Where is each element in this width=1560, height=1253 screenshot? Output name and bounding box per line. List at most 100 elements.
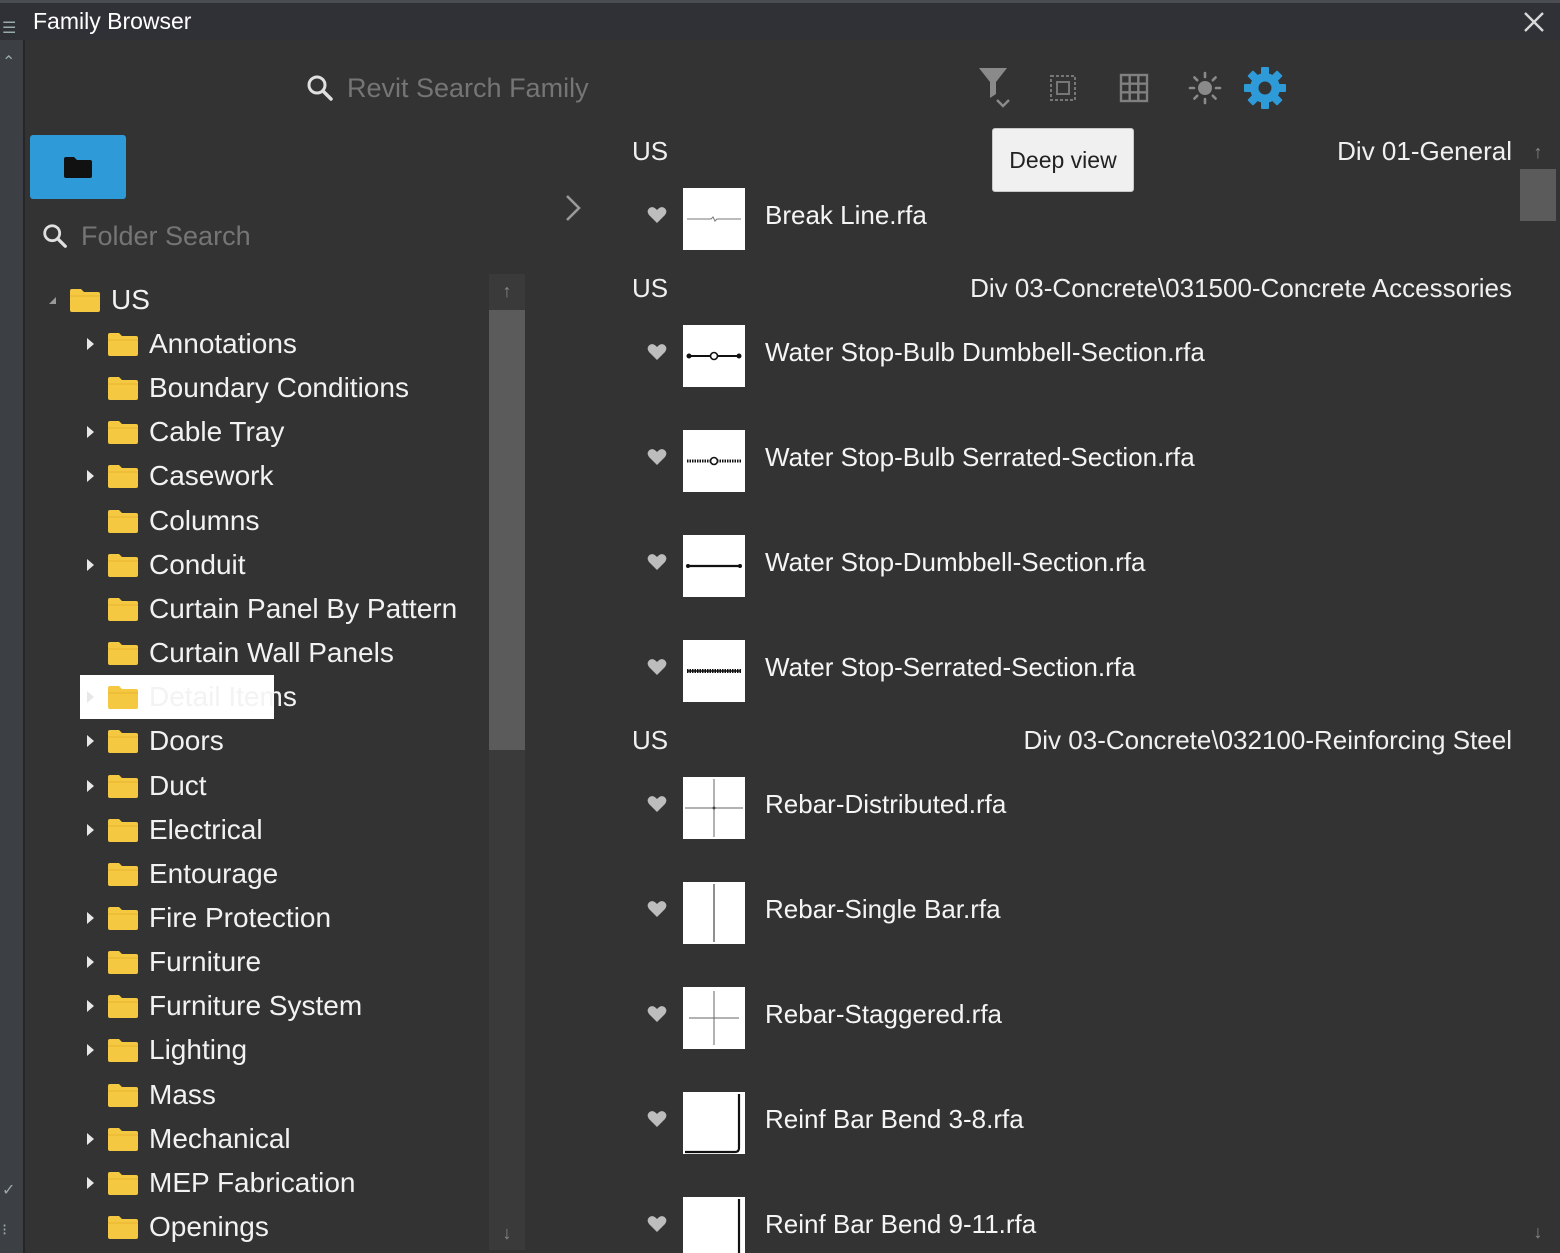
family-name[interactable]: Reinf Bar Bend 3-8.rfa	[765, 1104, 1024, 1135]
family-name[interactable]: Break Line.rfa	[765, 200, 927, 231]
expand-arrow-icon[interactable]	[83, 955, 97, 969]
open-folder-button[interactable]	[30, 135, 126, 199]
family-thumbnail[interactable]	[683, 987, 745, 1049]
folder-tree-scrollbar[interactable]: ↑ ↓	[489, 274, 525, 1250]
tree-folder-item[interactable]: Furniture	[83, 940, 261, 984]
family-thumbnail[interactable]	[683, 640, 745, 702]
expand-arrow-icon[interactable]	[83, 469, 97, 483]
close-button[interactable]	[1520, 6, 1548, 38]
favorite-button[interactable]	[647, 343, 669, 365]
favorite-heart-icon[interactable]	[647, 900, 667, 918]
expand-arrow-icon[interactable]	[83, 823, 97, 837]
tree-folder-item[interactable]: Casework	[83, 454, 273, 498]
family-search-input[interactable]	[345, 71, 709, 105]
collapse-arrow-icon[interactable]	[45, 293, 59, 307]
family-item[interactable]: Rebar-Single Bar.rfa	[625, 882, 1520, 944]
tree-folder-item[interactable]: Curtain Panel By Pattern	[83, 587, 457, 631]
favorite-button[interactable]	[647, 900, 669, 922]
favorite-heart-icon[interactable]	[647, 343, 667, 361]
favorite-button[interactable]	[647, 1215, 669, 1237]
tree-folder-item[interactable]: Furniture System	[83, 984, 362, 1028]
favorite-heart-icon[interactable]	[647, 553, 667, 571]
family-thumbnail[interactable]	[683, 1197, 745, 1253]
settings-button[interactable]	[1243, 66, 1287, 110]
tree-folder-item[interactable]: Openings	[83, 1205, 269, 1249]
family-item[interactable]: Water Stop-Bulb Serrated-Section.rfa	[625, 430, 1520, 492]
expand-arrow-icon[interactable]	[83, 337, 97, 351]
family-thumbnail[interactable]	[683, 1092, 745, 1154]
favorite-button[interactable]	[647, 1110, 669, 1132]
dock-check-icon[interactable]: ✓	[2, 1180, 15, 1200]
family-name[interactable]: Water Stop-Bulb Serrated-Section.rfa	[765, 442, 1195, 473]
family-item[interactable]: Reinf Bar Bend 3-8.rfa	[625, 1092, 1520, 1154]
family-item[interactable]: Reinf Bar Bend 9-11.rfa	[625, 1197, 1520, 1253]
tree-folder-item[interactable]: Lighting	[83, 1028, 247, 1072]
expand-arrow-icon[interactable]	[83, 734, 97, 748]
favorite-heart-icon[interactable]	[647, 1005, 667, 1023]
family-thumbnail[interactable]	[683, 188, 745, 250]
family-item[interactable]: Rebar-Staggered.rfa	[625, 987, 1520, 1049]
tree-folder-item[interactable]: Boundary Conditions	[83, 366, 409, 410]
favorite-button[interactable]	[647, 795, 669, 817]
grid-view-button[interactable]	[1112, 66, 1156, 110]
expand-arrow-icon[interactable]	[83, 425, 97, 439]
expand-panel-chevron-icon[interactable]	[561, 190, 585, 226]
folder-search-input[interactable]	[79, 219, 383, 253]
favorite-button[interactable]	[647, 448, 669, 470]
tree-folder-item[interactable]: Detail Items	[80, 675, 297, 720]
scrollbar-thumb[interactable]	[1520, 169, 1556, 221]
favorite-heart-icon[interactable]	[647, 1110, 667, 1128]
expand-arrow-icon[interactable]	[83, 690, 97, 704]
family-thumbnail[interactable]	[683, 535, 745, 597]
favorite-heart-icon[interactable]	[647, 658, 667, 676]
tree-folder-item[interactable]: Entourage	[83, 852, 278, 896]
favorite-heart-icon[interactable]	[647, 206, 667, 224]
expand-arrow-icon[interactable]	[83, 999, 97, 1013]
favorite-heart-icon[interactable]	[647, 448, 667, 466]
family-name[interactable]: Rebar-Distributed.rfa	[765, 789, 1006, 820]
expand-arrow-icon[interactable]	[83, 779, 97, 793]
family-thumbnail[interactable]	[683, 882, 745, 944]
tree-folder-item[interactable]: Cable Tray	[83, 410, 284, 454]
expand-arrow-icon[interactable]	[83, 911, 97, 925]
family-item[interactable]: Water Stop-Serrated-Section.rfa	[625, 640, 1520, 702]
family-item[interactable]: Rebar-Distributed.rfa	[625, 777, 1520, 839]
tree-folder-item[interactable]: Mechanical	[83, 1117, 291, 1161]
tree-folder-item[interactable]: Doors	[83, 719, 224, 763]
deep-view-button[interactable]	[1041, 66, 1085, 110]
expand-arrow-icon[interactable]	[83, 1132, 97, 1146]
results-scrollbar[interactable]: ↑ ↓	[1520, 135, 1556, 1249]
family-item[interactable]: Water Stop-Dumbbell-Section.rfa	[625, 535, 1520, 597]
family-name[interactable]: Water Stop-Dumbbell-Section.rfa	[765, 547, 1146, 578]
scroll-down-icon[interactable]: ↓	[1520, 1215, 1556, 1249]
favorite-heart-icon[interactable]	[647, 795, 667, 813]
tree-folder-item[interactable]: Conduit	[83, 543, 246, 587]
tree-folder-item[interactable]: Columns	[83, 499, 259, 543]
expand-arrow-icon[interactable]	[83, 1043, 97, 1057]
favorite-button[interactable]	[647, 553, 669, 575]
family-name[interactable]: Rebar-Staggered.rfa	[765, 999, 1002, 1030]
favorite-heart-icon[interactable]	[647, 1215, 667, 1233]
favorite-button[interactable]	[647, 658, 669, 680]
tree-folder-item[interactable]: Duct	[83, 764, 207, 808]
tree-folder-item[interactable]: Annotations	[83, 322, 297, 366]
theme-toggle-button[interactable]	[1183, 66, 1227, 110]
dock-grip-icon[interactable]: ⁝	[2, 1220, 7, 1240]
family-name[interactable]: Rebar-Single Bar.rfa	[765, 894, 1001, 925]
dock-menu-icon[interactable]: ☰	[2, 18, 16, 38]
scroll-up-icon[interactable]: ↑	[489, 274, 525, 308]
tree-folder-item[interactable]: MEP Fabrication	[83, 1161, 355, 1205]
family-name[interactable]: Reinf Bar Bend 9-11.rfa	[765, 1209, 1036, 1240]
family-name[interactable]: Water Stop-Serrated-Section.rfa	[765, 652, 1135, 683]
filter-button[interactable]	[971, 66, 1015, 110]
family-thumbnail[interactable]	[683, 430, 745, 492]
scrollbar-thumb[interactable]	[489, 310, 525, 750]
favorite-button[interactable]	[647, 206, 669, 228]
family-item[interactable]: Break Line.rfa	[625, 188, 1520, 250]
tree-folder-item[interactable]: Curtain Wall Panels	[83, 631, 394, 675]
expand-arrow-icon[interactable]	[83, 1176, 97, 1190]
family-item[interactable]: Water Stop-Bulb Dumbbell-Section.rfa	[625, 325, 1520, 387]
tree-folder-item[interactable]: Fire Protection	[83, 896, 331, 940]
dock-collapse-icon[interactable]: ⌃	[2, 52, 15, 72]
scroll-up-icon[interactable]: ↑	[1520, 135, 1556, 169]
